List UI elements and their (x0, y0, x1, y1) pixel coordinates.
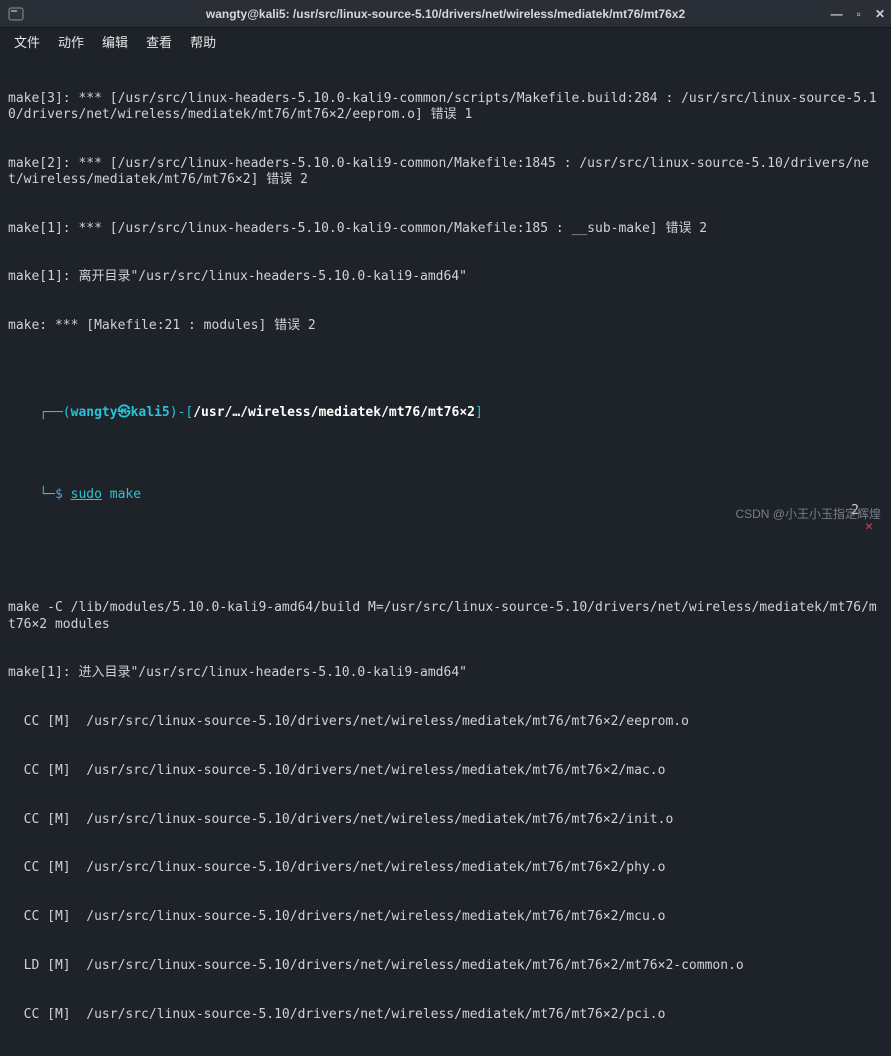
prompt-user: wangty (71, 405, 118, 420)
prompt-path: /usr/…/wireless/mediatek/mt76/mt76×2 (193, 405, 475, 420)
cc-line: CC [M] /usr/src/linux-source-5.10/driver… (8, 860, 883, 876)
prompt-host: kali5 (131, 405, 170, 420)
minimize-button[interactable]: — (831, 7, 843, 21)
watermark-text: CSDN @小王小玉指定辉煌 (735, 505, 881, 522)
prompt-at-icon: ㉿ (118, 405, 131, 420)
cmd-make: make (102, 487, 141, 502)
close-button[interactable]: ✕ (875, 7, 885, 21)
error-line: make[2]: *** [/usr/src/linux-headers-5.1… (8, 156, 883, 189)
cc-line: CC [M] /usr/src/linux-source-5.10/driver… (8, 1055, 883, 1056)
prompt-decor: ] (475, 405, 483, 420)
cc-line: CC [M] /usr/src/linux-source-5.10/driver… (8, 812, 883, 828)
cmd-sudo: sudo (71, 487, 102, 502)
ld-line: LD [M] /usr/src/linux-source-5.10/driver… (8, 958, 883, 974)
prompt-decor: ┌──( (39, 405, 70, 420)
error-line: make[1]: *** [/usr/src/linux-headers-5.1… (8, 221, 883, 237)
cc-line: CC [M] /usr/src/linux-source-5.10/driver… (8, 1007, 883, 1023)
prompt-line-1: ┌──(wangty㉿kali5)-[/usr/…/wireless/media… (8, 389, 883, 438)
window-title: wangty@kali5: /usr/src/linux-source-5.10… (206, 7, 685, 21)
window-titlebar: wangty@kali5: /usr/src/linux-source-5.10… (0, 0, 891, 28)
cc-line: CC [M] /usr/src/linux-source-5.10/driver… (8, 909, 883, 925)
error-line: make[3]: *** [/usr/src/linux-headers-5.1… (8, 91, 883, 124)
menu-actions[interactable]: 动作 (58, 32, 84, 51)
enter-dir-line: make[1]: 进入目录"/usr/src/linux-headers-5.1… (8, 665, 883, 681)
prompt-decor: )-[ (170, 405, 193, 420)
menu-file[interactable]: 文件 (14, 32, 40, 51)
leave-dir-line: make[1]: 离开目录"/usr/src/linux-headers-5.1… (8, 269, 883, 285)
app-icon (8, 6, 24, 22)
menubar: 文件 动作 编辑 查看 帮助 (0, 28, 891, 54)
prompt-decor: └─ (39, 487, 55, 502)
cc-line: CC [M] /usr/src/linux-source-5.10/driver… (8, 763, 883, 779)
menu-edit[interactable]: 编辑 (102, 32, 128, 51)
menu-help[interactable]: 帮助 (190, 32, 216, 51)
terminal-output[interactable]: make[3]: *** [/usr/src/linux-headers-5.1… (0, 54, 891, 1056)
prompt-symbol: $ (55, 487, 63, 502)
window-controls: — ▫ ✕ (831, 7, 885, 21)
error-line: make: *** [Makefile:21 : modules] 错误 2 (8, 318, 883, 334)
build-line: make -C /lib/modules/5.10.0-kali9-amd64/… (8, 600, 883, 633)
cc-line: CC [M] /usr/src/linux-source-5.10/driver… (8, 714, 883, 730)
menu-view[interactable]: 查看 (146, 32, 172, 51)
maximize-button[interactable]: ▫ (857, 7, 861, 21)
